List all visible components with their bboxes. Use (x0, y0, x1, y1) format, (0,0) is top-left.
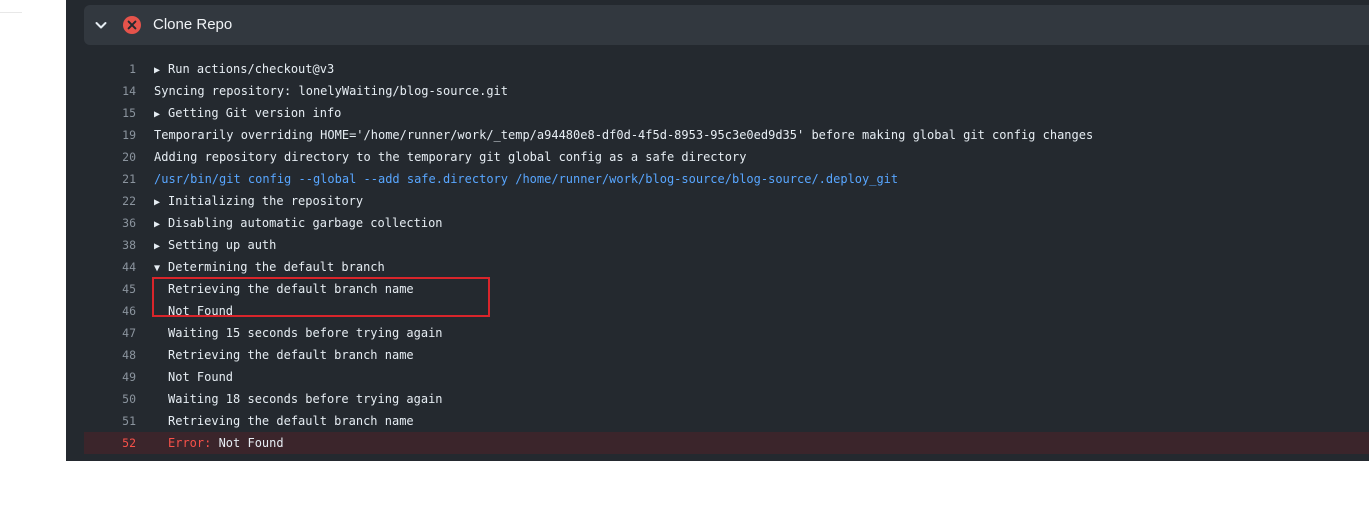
log-line[interactable]: 47 Waiting 15 seconds before trying agai… (84, 322, 1369, 344)
error-label: Error: (168, 436, 212, 450)
log-line[interactable]: 44 ▼ Determining the default branch (84, 256, 1369, 278)
log-line[interactable]: 19 Temporarily overriding HOME='/home/ru… (84, 124, 1369, 146)
line-number[interactable]: 47 (84, 322, 136, 344)
log-text: Adding repository directory to the tempo… (154, 150, 747, 164)
log-line[interactable]: 20 Adding repository directory to the te… (84, 146, 1369, 168)
line-number[interactable]: 48 (84, 344, 136, 366)
log-text: Initializing the repository (168, 194, 364, 208)
log-line[interactable]: 36 ▶ Disabling automatic garbage collecti… (84, 212, 1369, 234)
line-number[interactable]: 1 (84, 58, 136, 80)
log-line[interactable]: 50 Waiting 18 seconds before trying agai… (84, 388, 1369, 410)
line-number[interactable]: 22 (84, 190, 136, 212)
log-line[interactable]: 51 Retrieving the default branch name (84, 410, 1369, 432)
log-text: Temporarily overriding HOME='/home/runne… (154, 128, 1094, 142)
line-number[interactable]: 36 (84, 212, 136, 234)
log-line[interactable]: 49 Not Found (84, 366, 1369, 388)
log-text: Determining the default branch (168, 260, 385, 274)
log-text: Not Found (211, 436, 284, 450)
left-pane-divider (0, 12, 22, 13)
log-line[interactable]: 46 Not Found (84, 300, 1369, 322)
log-text: Setting up auth (168, 238, 277, 252)
log-text: Retrieving the default branch name (168, 414, 414, 428)
collapse-triangle-icon[interactable]: ▼ (154, 258, 164, 280)
line-number[interactable]: 46 (84, 300, 136, 322)
line-number[interactable]: 21 (84, 168, 136, 190)
line-number[interactable]: 52 (84, 432, 136, 454)
log-line[interactable]: 45 Retrieving the default branch name (84, 278, 1369, 300)
expand-triangle-icon[interactable]: ▶ (154, 236, 164, 258)
log-line[interactable]: 15 ▶ Getting Git version info (84, 102, 1369, 124)
step-header-clone-repo[interactable]: Clone Repo (84, 5, 1369, 45)
log-text: Retrieving the default branch name (168, 282, 414, 296)
log-text: Disabling automatic garbage collection (168, 216, 443, 230)
log-text: Waiting 18 seconds before trying again (168, 392, 443, 406)
log-lines: 1 ▶ Run actions/checkout@v3 14 Syncing re… (84, 58, 1369, 454)
log-line[interactable]: 38 ▶ Setting up auth (84, 234, 1369, 256)
line-number[interactable]: 14 (84, 80, 136, 102)
expand-triangle-icon[interactable]: ▶ (154, 192, 164, 214)
log-text: Getting Git version info (168, 106, 342, 120)
step-title: Clone Repo (153, 16, 233, 33)
log-text: Run actions/checkout@v3 (168, 62, 335, 76)
line-number[interactable]: 20 (84, 146, 136, 168)
expand-triangle-icon[interactable]: ▶ (154, 60, 164, 82)
log-line[interactable]: 21 /usr/bin/git config --global --add sa… (84, 168, 1369, 190)
line-number[interactable]: 51 (84, 410, 136, 432)
log-text: Syncing repository: lonelyWaiting/blog-s… (154, 84, 509, 98)
line-number[interactable]: 38 (84, 234, 136, 256)
log-text: Retrieving the default branch name (168, 348, 414, 362)
line-number[interactable]: 44 (84, 256, 136, 278)
left-pane (0, 0, 66, 461)
log-line[interactable]: 1 ▶ Run actions/checkout@v3 (84, 58, 1369, 80)
log-command-text: /usr/bin/git config --global --add safe.… (154, 172, 899, 186)
line-number[interactable]: 19 (84, 124, 136, 146)
log-line[interactable]: 14 Syncing repository: lonelyWaiting/blo… (84, 80, 1369, 102)
line-number[interactable]: 45 (84, 278, 136, 300)
line-number[interactable]: 49 (84, 366, 136, 388)
log-text: Not Found (168, 304, 234, 318)
log-line[interactable]: 22 ▶ Initializing the repository (84, 190, 1369, 212)
log-text: Not Found (168, 370, 234, 384)
expand-triangle-icon[interactable]: ▶ (154, 214, 164, 236)
expand-triangle-icon[interactable]: ▶ (154, 104, 164, 126)
line-number[interactable]: 15 (84, 102, 136, 124)
line-number[interactable]: 50 (84, 388, 136, 410)
job-log-panel: Clone Repo 1 ▶ Run actions/checkout@v3 14… (66, 0, 1369, 461)
log-text: Waiting 15 seconds before trying again (168, 326, 443, 340)
log-line-error[interactable]: 52 Error: Not Found (84, 432, 1369, 454)
log-line[interactable]: 48 Retrieving the default branch name (84, 344, 1369, 366)
x-circle-fail-icon (123, 16, 141, 34)
chevron-down-icon[interactable] (93, 17, 109, 33)
